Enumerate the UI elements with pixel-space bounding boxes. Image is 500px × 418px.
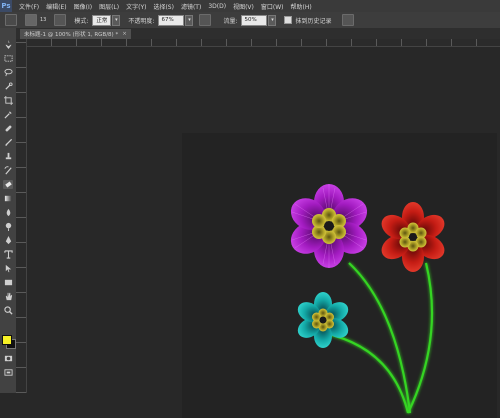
purple-flower (290, 184, 368, 268)
hand-tool-icon[interactable] (3, 292, 13, 301)
eraser-tool-icon[interactable] (3, 180, 13, 189)
eyedropper-tool-icon[interactable] (3, 110, 13, 119)
stamp-tool-icon[interactable] (3, 152, 13, 161)
menu-image[interactable]: 图像(I) (74, 2, 92, 11)
tool-preset-icon[interactable] (5, 14, 17, 26)
move-tool-icon[interactable] (3, 40, 13, 49)
pressure-opacity-icon[interactable] (199, 14, 212, 26)
pressure-size-icon[interactable] (341, 14, 354, 26)
menu-select[interactable]: 选择(S) (153, 2, 174, 11)
document-tab-title: 未标题-1 @ 100% (形状 1, RGB/8) * (24, 32, 119, 38)
marquee-tool-icon[interactable] (3, 54, 13, 63)
lasso-tool-icon[interactable] (3, 68, 13, 77)
opacity-label: 不透明度: (128, 17, 155, 25)
shape-tool-icon[interactable] (3, 278, 13, 287)
history-brush-tool-icon[interactable] (3, 166, 13, 175)
brush-preset-picker-icon[interactable] (25, 14, 37, 26)
flow-label: 流量: (223, 17, 238, 25)
document-canvas[interactable] (182, 133, 497, 418)
screen-mode-icon[interactable] (3, 368, 13, 377)
flower-artwork (290, 184, 445, 414)
photoshop-window: Ps 文件(F) 编辑(E) 图像(I) 图层(L) 文字(Y) 选择(S) 滤… (0, 0, 500, 418)
close-icon[interactable]: × (122, 31, 127, 37)
quick-mask-icon[interactable] (3, 354, 13, 363)
menu-edit[interactable]: 编辑(E) (46, 2, 66, 11)
app-logo: Ps (0, 0, 12, 12)
document-tab-bar: 未标题-1 @ 100% (形状 1, RGB/8) * × (16, 28, 500, 39)
options-bar: 13 模式: 正常 ▾ 不透明度: 67% ▾ 流量: 50% ▾ 抹到历史记录 (0, 12, 500, 29)
foreground-color-swatch[interactable] (2, 335, 12, 345)
type-tool-icon[interactable] (3, 250, 13, 259)
flower-stems (323, 262, 434, 414)
pen-tool-icon[interactable] (3, 236, 13, 245)
healing-tool-icon[interactable] (3, 124, 13, 133)
brush-size-value: 13 (40, 17, 47, 23)
menu-type[interactable]: 文字(Y) (126, 2, 146, 11)
gradient-tool-icon[interactable] (3, 194, 13, 203)
menu-layer[interactable]: 图层(L) (99, 2, 119, 11)
document-tab[interactable]: 未标题-1 @ 100% (形状 1, RGB/8) * × (20, 29, 131, 39)
brush-panel-icon[interactable] (54, 14, 67, 26)
horizontal-ruler[interactable] (26, 39, 500, 47)
menu-view[interactable]: 视图(V) (233, 2, 254, 11)
blur-tool-icon[interactable] (3, 208, 13, 217)
menu-window[interactable]: 窗口(W) (261, 2, 284, 11)
crop-tool-icon[interactable] (3, 96, 13, 105)
chevron-down-icon[interactable]: ▾ (268, 14, 277, 26)
brush-tool-icon[interactable] (3, 138, 13, 147)
history-checkbox[interactable] (284, 16, 293, 24)
path-select-tool-icon[interactable] (3, 264, 13, 273)
chevron-down-icon[interactable]: ▾ (112, 14, 121, 26)
flow-field[interactable]: 50% (241, 14, 268, 26)
dodge-tool-icon[interactable] (3, 222, 13, 231)
menu-help[interactable]: 帮助(H) (291, 2, 312, 11)
history-label: 抹到历史记录 (295, 17, 332, 25)
quick-select-tool-icon[interactable] (3, 82, 13, 91)
menu-file[interactable]: 文件(F) (19, 2, 39, 11)
zoom-tool-icon[interactable] (3, 306, 13, 315)
workspace (27, 47, 500, 418)
tools-panel (0, 28, 17, 393)
menu-filter[interactable]: 滤镜(T) (181, 2, 201, 11)
red-flower (381, 202, 445, 272)
menu-bar: Ps 文件(F) 编辑(E) 图像(I) 图层(L) 文字(Y) 选择(S) 滤… (0, 0, 500, 12)
menu-3d[interactable]: 3D(D) (208, 3, 226, 10)
mode-label: 模式: (74, 17, 89, 25)
vertical-ruler[interactable] (16, 39, 27, 393)
mode-select[interactable]: 正常 (92, 14, 112, 26)
chevron-down-icon[interactable]: ▾ (185, 14, 194, 26)
opacity-field[interactable]: 67% (158, 14, 185, 26)
